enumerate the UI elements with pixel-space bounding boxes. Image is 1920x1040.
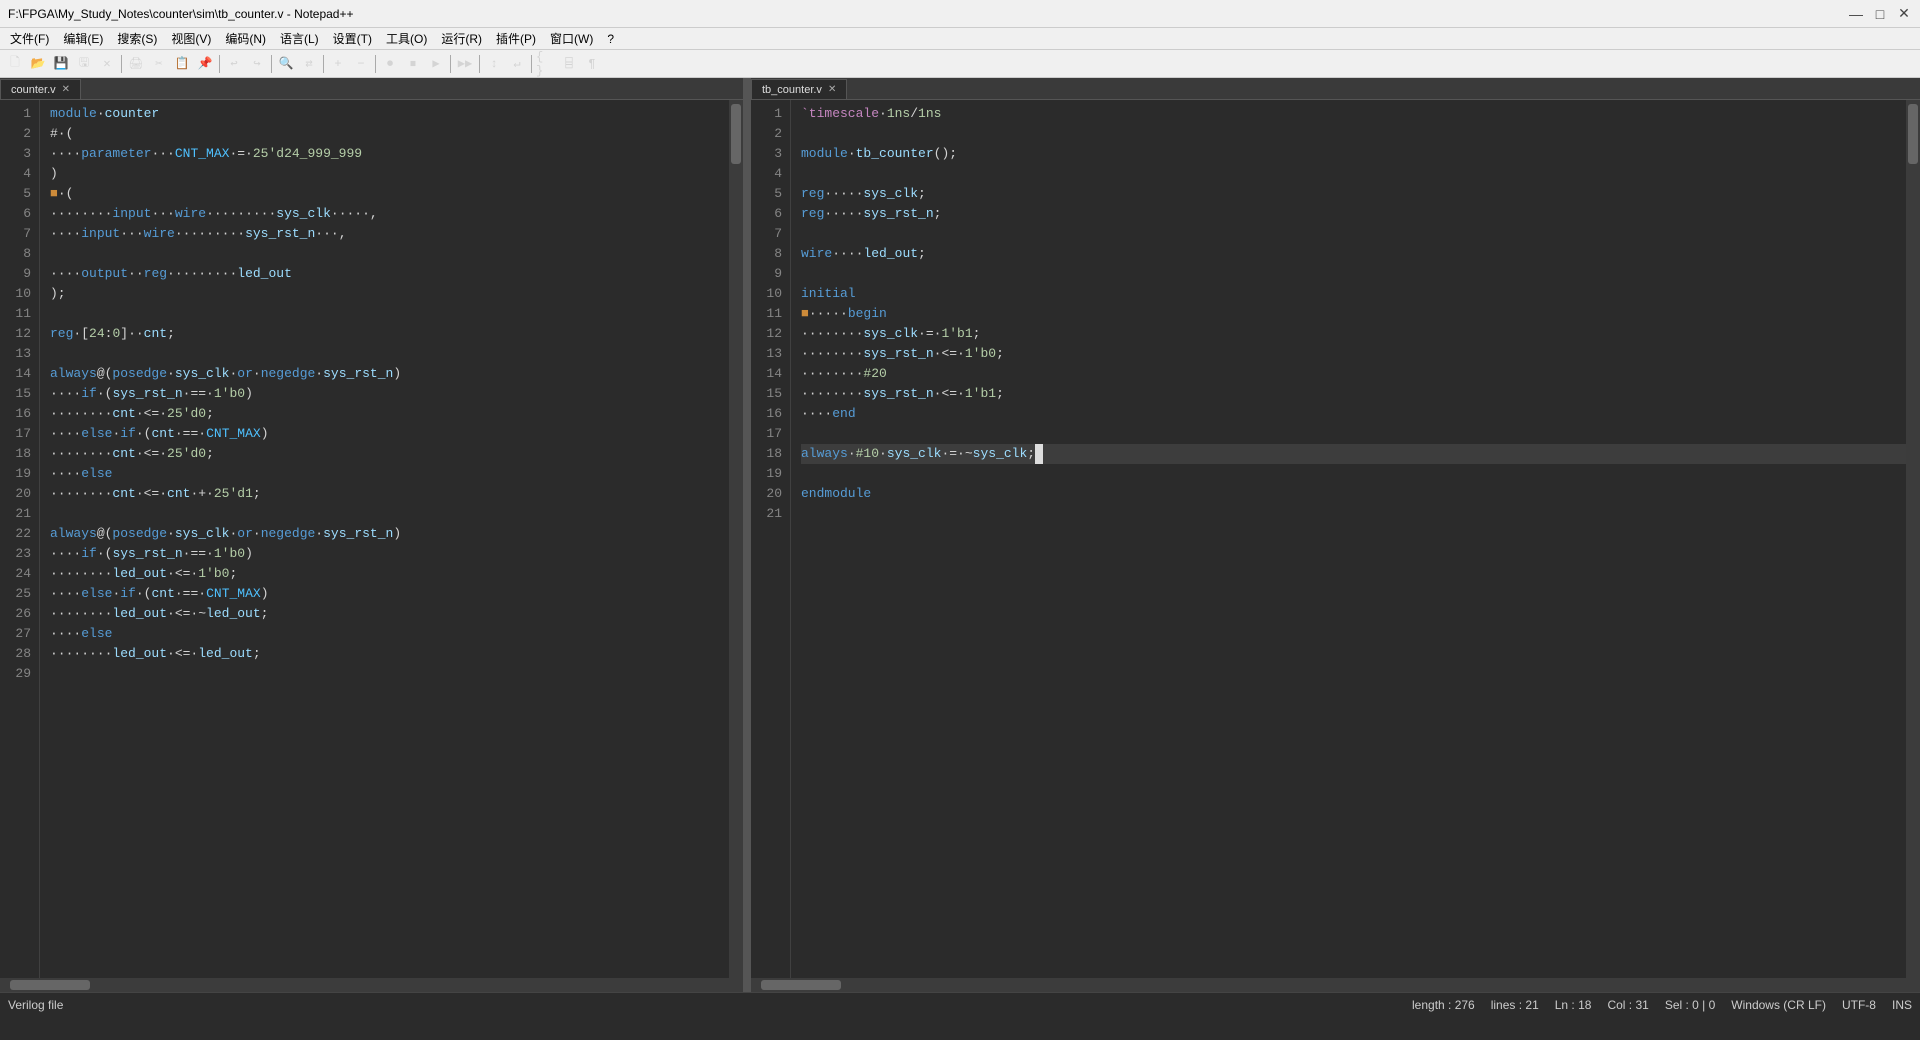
- status-ins: INS: [1892, 998, 1912, 1012]
- status-left: Verilog file: [8, 998, 63, 1012]
- left-hscroll[interactable]: [0, 978, 743, 992]
- replace-button[interactable]: ⇄: [298, 53, 320, 75]
- word-wrap[interactable]: ↵: [506, 53, 528, 75]
- left-code-content[interactable]: module·counter#·(····parameter···CNT_MAX…: [40, 100, 729, 978]
- menu-language[interactable]: 语言(L): [274, 29, 325, 48]
- menu-plugins[interactable]: 插件(P): [490, 29, 542, 48]
- status-col: Col : 31: [1607, 998, 1648, 1012]
- window-controls: — □ ✕: [1848, 6, 1912, 22]
- left-tab-close[interactable]: ✕: [62, 84, 70, 95]
- save-button[interactable]: 💾: [50, 53, 72, 75]
- toolbar-sep-7: [479, 55, 480, 73]
- toolbar-sep-8: [531, 55, 532, 73]
- paste-button[interactable]: 📌: [194, 53, 216, 75]
- redo-button[interactable]: ↪: [246, 53, 268, 75]
- status-encoding: UTF-8: [1842, 998, 1876, 1012]
- title-text: F:\FPGA\My_Study_Notes\counter\sim\tb_co…: [8, 7, 354, 21]
- minimize-button[interactable]: —: [1848, 6, 1864, 22]
- left-tab-label: counter.v: [11, 84, 56, 96]
- right-vscroll[interactable]: [1906, 100, 1920, 978]
- cut-button[interactable]: ✂: [148, 53, 170, 75]
- status-filetype: Verilog file: [8, 998, 63, 1012]
- macro-record[interactable]: ⏺: [379, 53, 401, 75]
- left-hscroll-thumb[interactable]: [10, 980, 90, 990]
- undo-button[interactable]: ↩: [223, 53, 245, 75]
- right-tab-label: tb_counter.v: [762, 84, 822, 96]
- print-button[interactable]: 🖨: [125, 53, 147, 75]
- right-hscroll[interactable]: [751, 978, 1920, 992]
- toolbar-sep-6: [450, 55, 451, 73]
- toolbar-sep-4: [323, 55, 324, 73]
- menu-edit[interactable]: 编辑(E): [57, 29, 109, 48]
- left-vscroll[interactable]: [729, 100, 743, 978]
- macro-play[interactable]: ▶: [425, 53, 447, 75]
- new-button[interactable]: 🗋: [4, 53, 26, 75]
- right-tab-tbcounter[interactable]: tb_counter.v ✕: [751, 79, 847, 99]
- toolbar-sep-2: [219, 55, 220, 73]
- right-pane: tb_counter.v ✕ 1234567891011121314151617…: [751, 78, 1920, 992]
- left-line-numbers: 1234567891011121314151617181920212223242…: [0, 100, 40, 978]
- menu-settings[interactable]: 设置(T): [327, 29, 378, 48]
- menu-tools[interactable]: 工具(O): [380, 29, 433, 48]
- status-sel: Sel : 0 | 0: [1665, 998, 1715, 1012]
- right-hscroll-thumb[interactable]: [761, 980, 841, 990]
- toolbar-sep-1: [121, 55, 122, 73]
- right-tab-close[interactable]: ✕: [828, 84, 836, 95]
- save-all-button[interactable]: 🖫: [73, 53, 95, 75]
- menu-bar: 文件(F) 编辑(E) 搜索(S) 视图(V) 编码(N) 语言(L) 设置(T…: [0, 28, 1920, 50]
- left-vscroll-thumb[interactable]: [731, 104, 741, 164]
- whitespace-show[interactable]: ¶: [581, 53, 603, 75]
- status-line-ending: Windows (CR LF): [1731, 998, 1826, 1012]
- menu-help[interactable]: ?: [601, 31, 620, 47]
- menu-encode[interactable]: 编码(N): [219, 29, 272, 48]
- open-button[interactable]: 📂: [27, 53, 49, 75]
- toolbar-sep-3: [271, 55, 272, 73]
- right-line-numbers: 123456789101112131415161718192021: [751, 100, 791, 978]
- status-bar: Verilog file length : 276 lines : 21 Ln …: [0, 992, 1920, 1016]
- bracket-match[interactable]: { }: [535, 53, 557, 75]
- right-vscroll-thumb[interactable]: [1908, 104, 1918, 164]
- right-tab-bar: tb_counter.v ✕: [751, 78, 1920, 100]
- status-length: length : 276: [1412, 998, 1475, 1012]
- close-button-tb[interactable]: ✕: [96, 53, 118, 75]
- toolbar-sep-5: [375, 55, 376, 73]
- right-code-content[interactable]: `timescale·1ns/1nsmodule·tb_counter();re…: [791, 100, 1906, 978]
- left-pane: counter.v ✕ 1234567891011121314151617181…: [0, 78, 745, 992]
- run-button[interactable]: ▶▶: [454, 53, 476, 75]
- maximize-button[interactable]: □: [1872, 6, 1888, 22]
- find-button[interactable]: 🔍: [275, 53, 297, 75]
- indent-guide[interactable]: ⌸: [558, 53, 580, 75]
- sync-scroll[interactable]: ↕: [483, 53, 505, 75]
- left-tab-counter[interactable]: counter.v ✕: [0, 79, 81, 99]
- status-right: length : 276 lines : 21 Ln : 18 Col : 31…: [1412, 998, 1912, 1012]
- menu-window[interactable]: 窗口(W): [544, 29, 599, 48]
- toolbar: 🗋 📂 💾 🖫 ✕ 🖨 ✂ 📋 📌 ↩ ↪ 🔍 ⇄ + − ⏺ ⏹ ▶ ▶▶ ↕…: [0, 50, 1920, 78]
- menu-search[interactable]: 搜索(S): [111, 29, 163, 48]
- right-code-area[interactable]: 123456789101112131415161718192021 `times…: [751, 100, 1920, 978]
- close-button[interactable]: ✕: [1896, 6, 1912, 22]
- copy-button[interactable]: 📋: [171, 53, 193, 75]
- macro-stop[interactable]: ⏹: [402, 53, 424, 75]
- editor-container: counter.v ✕ 1234567891011121314151617181…: [0, 78, 1920, 992]
- zoom-out-button[interactable]: −: [350, 53, 372, 75]
- left-tab-bar: counter.v ✕: [0, 78, 743, 100]
- left-code-area[interactable]: 1234567891011121314151617181920212223242…: [0, 100, 743, 978]
- zoom-in-button[interactable]: +: [327, 53, 349, 75]
- status-ln: Ln : 18: [1555, 998, 1592, 1012]
- status-lines: lines : 21: [1491, 998, 1539, 1012]
- menu-file[interactable]: 文件(F): [4, 29, 55, 48]
- menu-view[interactable]: 视图(V): [165, 29, 217, 48]
- menu-run[interactable]: 运行(R): [435, 29, 488, 48]
- title-bar: F:\FPGA\My_Study_Notes\counter\sim\tb_co…: [0, 0, 1920, 28]
